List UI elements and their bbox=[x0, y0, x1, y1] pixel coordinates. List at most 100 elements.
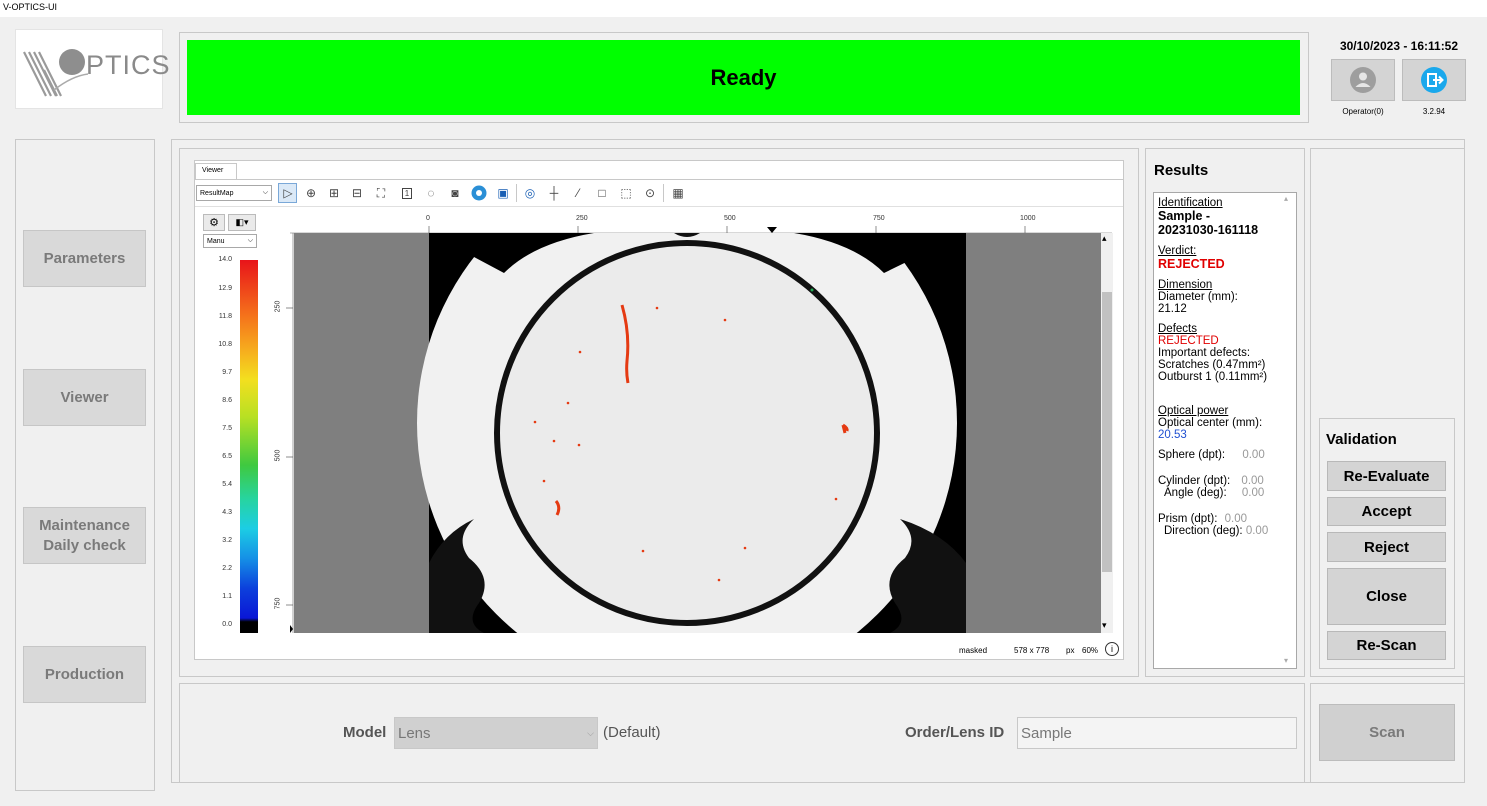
important-defects-label: Important defects: bbox=[1158, 347, 1251, 359]
model-default-label: (Default) bbox=[603, 724, 661, 741]
results-title: Results bbox=[1154, 162, 1209, 179]
shrink-icon[interactable]: ⊟ bbox=[348, 184, 366, 202]
chevron-down-icon: ⌵ bbox=[262, 189, 268, 196]
pointer-icon[interactable]: ▷ bbox=[279, 184, 297, 202]
window-title: V-OPTICS-UI bbox=[0, 0, 1487, 17]
colorbar-mode-select[interactable]: Manu ⌵ bbox=[203, 234, 257, 248]
re-scan-label: Re-Scan bbox=[1356, 637, 1417, 654]
crosshair-icon[interactable]: ┼ bbox=[545, 184, 563, 202]
ruler-y-label: 750 bbox=[274, 597, 282, 610]
hide-icon[interactable]: ◌ bbox=[422, 184, 440, 202]
colorbar-tick: 0.0 bbox=[222, 621, 232, 628]
colorbar-tick: 14.0 bbox=[218, 256, 232, 263]
scroll-up-icon[interactable]: ▴ bbox=[1102, 233, 1107, 244]
identification-label: Identification bbox=[1158, 197, 1223, 209]
expand-icon[interactable]: ⊞ bbox=[325, 184, 343, 202]
circle-icon[interactable]: ⊙ bbox=[641, 184, 659, 202]
scan-button[interactable]: Scan bbox=[1319, 704, 1455, 761]
version-label: 3.2.94 bbox=[1422, 107, 1446, 116]
order-id-value: Sample bbox=[1021, 724, 1072, 742]
fingerprint-icon[interactable]: ◎ bbox=[521, 184, 539, 202]
ruler-x-label: 1000 bbox=[1020, 215, 1036, 222]
defects-label: Defects bbox=[1158, 323, 1197, 335]
verdict-value: REJECTED bbox=[1158, 257, 1225, 271]
accept-button[interactable]: Accept bbox=[1327, 497, 1446, 526]
line-icon[interactable]: ⁄ bbox=[569, 184, 587, 202]
close-button[interactable]: Close bbox=[1327, 568, 1446, 625]
colorbar-tick: 3.2 bbox=[222, 537, 232, 544]
model-label: Model bbox=[343, 724, 387, 741]
colorbar-tick: 10.8 bbox=[218, 341, 232, 348]
production-label: Production bbox=[44, 665, 125, 683]
maintenance-button[interactable]: Maintenance Daily check bbox=[23, 507, 146, 564]
lens-image[interactable] bbox=[294, 233, 1101, 633]
logo-text: PTICS bbox=[86, 50, 171, 80]
operator-button[interactable] bbox=[1331, 59, 1395, 101]
masked-label: masked bbox=[959, 646, 988, 655]
results-scroll-up-icon[interactable]: ▴ bbox=[1284, 194, 1288, 203]
zoom-in-icon[interactable]: ⊕ bbox=[302, 184, 320, 202]
sphere-value: 0.00 bbox=[1242, 449, 1265, 461]
parameters-label: Parameters bbox=[43, 249, 126, 267]
colorbar-tick: 9.7 bbox=[222, 369, 232, 376]
logout-icon bbox=[1421, 67, 1447, 93]
defects-verdict: REJECTED bbox=[1158, 335, 1219, 347]
gradient-picker-icon[interactable]: ◧▾ bbox=[228, 214, 256, 231]
ruler-x-label: 0 bbox=[426, 215, 430, 222]
colorbar-tick: 1.1 bbox=[222, 593, 232, 600]
scroll-down-icon[interactable]: ▾ bbox=[1102, 620, 1107, 631]
dimension-label: Dimension bbox=[1158, 279, 1213, 291]
scrollbar-thumb[interactable] bbox=[1102, 292, 1112, 572]
prism-label: Prism (dpt): bbox=[1158, 513, 1218, 525]
parameters-button[interactable]: Parameters bbox=[23, 230, 146, 287]
grid-icon[interactable]: ▦ bbox=[669, 184, 687, 202]
diameter-value: 21.12 bbox=[1158, 303, 1187, 315]
operator-label: Operator(0) bbox=[1342, 107, 1384, 116]
image-size: 578 x 778 bbox=[1014, 646, 1050, 655]
diameter-label: Diameter (mm): bbox=[1158, 291, 1238, 303]
chevron-down-icon: ⌵ bbox=[247, 237, 253, 244]
order-id-label: Order/Lens ID bbox=[905, 724, 1005, 741]
rectangle-icon[interactable]: □ bbox=[593, 184, 611, 202]
re-evaluate-button[interactable]: Re-Evaluate bbox=[1327, 461, 1446, 491]
polygon-icon[interactable]: ⬚ bbox=[617, 184, 635, 202]
maintenance-label-line1: Maintenance bbox=[39, 516, 130, 534]
prism-value: 0.00 bbox=[1224, 513, 1248, 525]
unit-label: px bbox=[1066, 646, 1075, 655]
fit-icon[interactable]: ⛶ bbox=[372, 184, 390, 202]
reject-button[interactable]: Reject bbox=[1327, 532, 1446, 562]
snapshot-icon[interactable]: ◙ bbox=[446, 184, 464, 202]
cylinder-label: Cylinder (dpt): bbox=[1158, 475, 1231, 487]
re-scan-button[interactable]: Re-Scan bbox=[1327, 631, 1446, 660]
actual-size-icon[interactable]: 1 bbox=[398, 184, 416, 202]
close-label: Close bbox=[1366, 588, 1407, 605]
cylinder-value: 0.00 bbox=[1241, 475, 1264, 487]
colorbar-tick: 4.3 bbox=[222, 509, 232, 516]
datetime: 30/10/2023 - 16:11:52 bbox=[1339, 39, 1459, 53]
color-icon[interactable] bbox=[470, 184, 488, 202]
ruler-y-label: 500 bbox=[274, 449, 282, 462]
info-icon[interactable]: i bbox=[1105, 642, 1119, 656]
identification-line1: Sample - bbox=[1158, 209, 1211, 223]
color-wheel-icon bbox=[471, 185, 487, 201]
identification-line2: 20231030-161118 bbox=[1158, 223, 1259, 237]
logout-button[interactable] bbox=[1402, 59, 1466, 101]
colorbar-tick: 8.6 bbox=[222, 397, 232, 404]
colorbar-tick: 11.8 bbox=[218, 313, 232, 320]
model-select[interactable]: Lens ⌵ bbox=[394, 717, 598, 749]
map-select[interactable]: ResultMap ⌵ bbox=[196, 185, 272, 201]
angle-value: 0.00 bbox=[1241, 487, 1265, 499]
defect-item: Outburst 1 (0.11mm²) bbox=[1158, 371, 1268, 383]
save-icon[interactable]: ▣ bbox=[494, 184, 512, 202]
production-button[interactable]: Production bbox=[23, 646, 146, 703]
settings-icon[interactable]: ⚙ bbox=[203, 214, 225, 231]
direction-label: Direction (deg): bbox=[1164, 525, 1243, 537]
order-id-field[interactable]: Sample bbox=[1017, 717, 1297, 749]
logo: PTICS bbox=[15, 29, 170, 109]
results-scroll-down-icon[interactable]: ▾ bbox=[1284, 656, 1288, 665]
vertical-ruler bbox=[286, 233, 294, 633]
angle-label: Angle (deg): bbox=[1164, 487, 1227, 499]
tab-viewer[interactable]: Viewer bbox=[195, 163, 237, 179]
viewer-button[interactable]: Viewer bbox=[23, 369, 146, 426]
colorbar bbox=[240, 260, 258, 633]
